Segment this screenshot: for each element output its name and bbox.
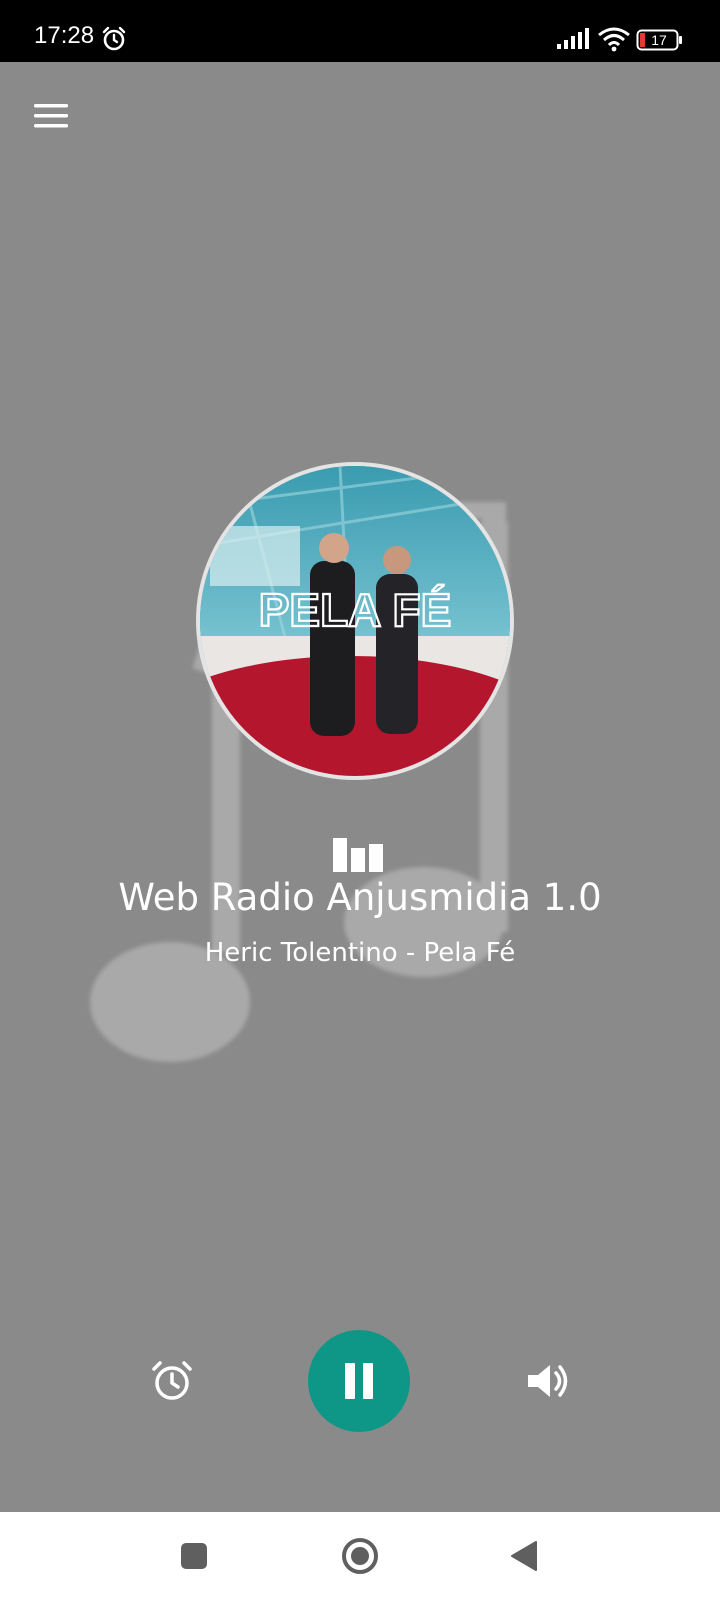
status-bar: 17:28 17 — [0, 0, 720, 62]
radio-player-screen: PELA FÉ Web Radio Anjusmidia 1.0 Heric T… — [0, 62, 720, 1512]
alarm-clock-icon[interactable] — [148, 1357, 196, 1405]
equalizer-bars-icon — [333, 838, 383, 872]
pause-button[interactable] — [308, 1330, 410, 1432]
signal-icon — [557, 28, 589, 49]
wifi-icon — [598, 27, 630, 52]
status-time: 17:28 — [34, 22, 95, 49]
track-info: Heric Tolentino - Pela Fé — [204, 938, 516, 968]
system-nav-bar — [0, 1512, 720, 1600]
recents-square-icon[interactable] — [178, 1540, 210, 1572]
back-triangle-icon[interactable] — [508, 1538, 542, 1574]
battery-level: 17 — [651, 32, 667, 48]
home-circle-icon[interactable] — [340, 1536, 380, 1576]
pause-icon — [345, 1363, 373, 1399]
volume-icon[interactable] — [524, 1357, 572, 1405]
album-cover-title: PELA FÉ — [259, 584, 452, 636]
hamburger-menu-icon[interactable] — [30, 98, 72, 134]
station-name: Web Radio Anjusmidia 1.0 — [118, 876, 602, 919]
album-cover: PELA FÉ — [196, 462, 514, 780]
player-controls — [0, 1327, 720, 1437]
alarm-icon — [102, 26, 126, 51]
album-cover-art: PELA FÉ — [200, 466, 510, 776]
